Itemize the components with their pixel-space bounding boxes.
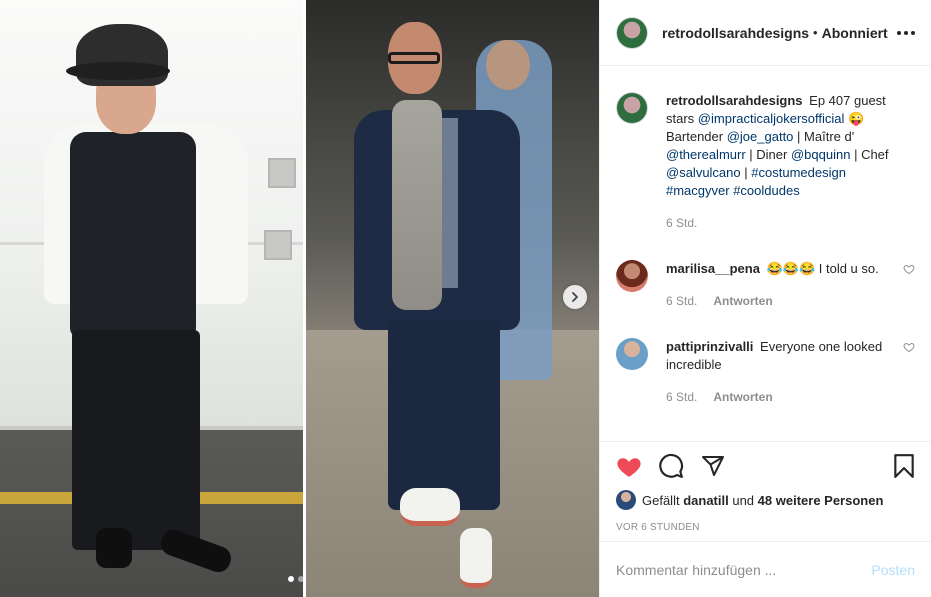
likes-count-link[interactable]: 48 weitere Personen bbox=[758, 493, 884, 508]
post-media[interactable] bbox=[0, 0, 599, 597]
comment-avatar[interactable] bbox=[616, 338, 648, 370]
caption-avatar[interactable] bbox=[616, 92, 648, 124]
post-sidebar: retrodollsarahdesigns • Abonniert retrod… bbox=[599, 0, 931, 597]
share-icon[interactable] bbox=[700, 454, 726, 478]
add-comment-bar: Posten bbox=[600, 541, 931, 597]
carousel-next-button[interactable] bbox=[563, 285, 587, 309]
avatar[interactable] bbox=[616, 490, 636, 510]
mention-link[interactable]: @salvulcano bbox=[666, 165, 741, 180]
caption-time[interactable]: 6 Std. bbox=[666, 214, 697, 232]
comment-text: 😂😂😂 I told u so. bbox=[766, 261, 879, 276]
heart-icon[interactable] bbox=[616, 454, 642, 478]
mention-link[interactable]: @impracticaljokersofficial bbox=[698, 111, 845, 126]
more-icon[interactable] bbox=[897, 25, 915, 41]
carousel-dot-active[interactable] bbox=[288, 576, 294, 582]
post-comment-button[interactable]: Posten bbox=[871, 562, 915, 578]
mention-link[interactable]: @joe_gatto bbox=[727, 129, 794, 144]
mention-link[interactable]: @bqquinn bbox=[791, 147, 850, 162]
comment-icon[interactable] bbox=[658, 453, 684, 479]
photo-left bbox=[0, 0, 303, 597]
username-link[interactable]: retrodollsarahdesigns bbox=[662, 25, 809, 41]
mention-link[interactable]: @therealmurr bbox=[666, 147, 746, 162]
emoji: 😜 bbox=[848, 111, 865, 126]
reply-button[interactable]: Antworten bbox=[713, 388, 772, 406]
comment-username[interactable]: marilisa__pena bbox=[666, 261, 760, 276]
heart-icon[interactable] bbox=[903, 341, 915, 353]
caption-text: retrodollsarahdesigns Ep 407 guest stars… bbox=[666, 93, 889, 198]
comment-username[interactable]: pattiprinzivalli bbox=[666, 339, 753, 354]
hashtag-link[interactable]: #macgyver bbox=[666, 183, 730, 198]
liker-username[interactable]: danatill bbox=[683, 493, 729, 508]
comment-item: pattiprinzivalli Everyone one looked inc… bbox=[616, 338, 915, 406]
heart-icon[interactable] bbox=[903, 263, 915, 275]
hashtag-link[interactable]: #cooldudes bbox=[733, 183, 800, 198]
header-separator: • bbox=[813, 25, 818, 40]
bookmark-icon[interactable] bbox=[893, 453, 915, 479]
post-timestamp[interactable]: VOR 6 STUNDEN bbox=[616, 522, 915, 533]
caption: retrodollsarahdesigns Ep 407 guest stars… bbox=[616, 92, 915, 232]
carousel-dots bbox=[288, 576, 304, 582]
avatar[interactable] bbox=[616, 16, 648, 49]
post-dialog: retrodollsarahdesigns • Abonniert retrod… bbox=[0, 0, 931, 597]
post-header: retrodollsarahdesigns • Abonniert bbox=[600, 0, 931, 66]
comment-item: marilisa__pena 😂😂😂 I told u so. 6 Std. A… bbox=[616, 260, 915, 310]
comments-list[interactable]: retrodollsarahdesigns Ep 407 guest stars… bbox=[600, 66, 931, 441]
post-actions: Gefällt danatill und 48 weitere Personen… bbox=[600, 441, 931, 541]
hashtag-link[interactable]: #costumedesign bbox=[751, 165, 846, 180]
comment-time[interactable]: 6 Std. bbox=[666, 292, 697, 310]
follow-status-button[interactable]: Abonniert bbox=[822, 25, 888, 41]
caption-username[interactable]: retrodollsarahdesigns bbox=[666, 93, 803, 108]
chevron-right-icon bbox=[572, 292, 578, 302]
carousel-dot[interactable] bbox=[298, 576, 304, 582]
comment-input[interactable] bbox=[616, 561, 872, 578]
comment-time[interactable]: 6 Std. bbox=[666, 388, 697, 406]
reply-button[interactable]: Antworten bbox=[713, 292, 772, 310]
likes-summary: Gefällt danatill und 48 weitere Personen bbox=[616, 490, 915, 510]
comment-avatar[interactable] bbox=[616, 260, 648, 292]
